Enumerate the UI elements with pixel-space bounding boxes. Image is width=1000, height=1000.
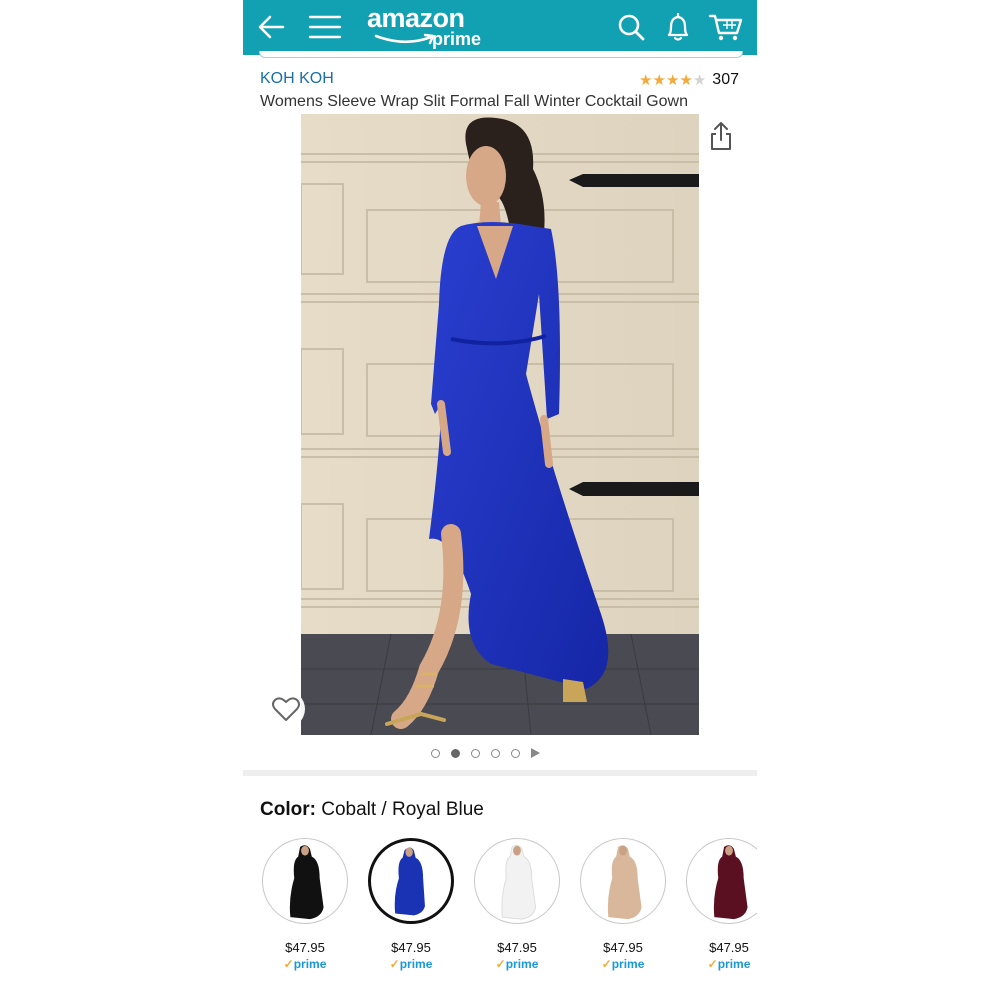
search-icon[interactable] — [613, 9, 649, 45]
prime-check-icon: ✓ — [707, 957, 718, 971]
review-count: 307 — [712, 71, 739, 88]
pager-dot[interactable] — [431, 748, 440, 758]
color-swatch-list: $47.95 ✓prime $47.95 ✓prime $47.95 ✓prim… — [261, 836, 757, 976]
share-icon[interactable] — [706, 120, 736, 152]
prime-check-icon: ✓ — [601, 957, 612, 971]
prime-label: prime — [505, 957, 539, 971]
product-title: Womens Sleeve Wrap Slit Formal Fall Wint… — [260, 93, 688, 110]
prime-check-icon: ✓ — [283, 957, 294, 971]
swatch-price: $47.95 — [497, 940, 537, 955]
prime-badge: ✓prime — [367, 957, 455, 971]
color-label-prefix: Color: — [260, 799, 316, 820]
rating-summary[interactable]: ★ ★ ★ ★ ★ 307 — [639, 70, 739, 90]
prime-badge: ✓prime — [579, 957, 667, 971]
image-pager — [431, 745, 540, 761]
bell-icon[interactable] — [660, 9, 696, 45]
product-image[interactable] — [301, 114, 699, 735]
swatch-thumbnail — [368, 838, 454, 924]
swatch-thumbnail — [474, 838, 560, 924]
prime-label: prime — [611, 957, 645, 971]
pager-dot[interactable] — [471, 748, 480, 758]
video-play-icon[interactable] — [531, 748, 540, 758]
rating-stars: ★ ★ ★ ★ ★ — [639, 73, 706, 88]
prime-label: prime — [399, 957, 433, 971]
star-empty-icon: ★ — [692, 71, 707, 89]
amazon-prime-logo[interactable]: amazon prime — [361, 3, 491, 53]
prime-badge: ✓prime — [685, 957, 757, 971]
search-bar-edge[interactable] — [259, 51, 743, 58]
pager-dot[interactable] — [511, 748, 520, 758]
pager-dot[interactable] — [491, 748, 500, 758]
swatch-price: $47.95 — [391, 940, 431, 955]
app-screen: amazon prime KOH KOH ★ ★ ★ ★ ★ 307 Women… — [243, 0, 757, 1000]
selected-color-name: Cobalt / Royal Blue — [321, 799, 484, 820]
brand-link[interactable]: KOH KOH — [260, 70, 334, 88]
color-selection-label: Color: Cobalt / Royal Blue — [260, 799, 484, 821]
star-icon: ★ — [652, 71, 666, 89]
swatch-price: $47.95 — [285, 940, 325, 955]
star-icon: ★ — [665, 71, 680, 89]
wishlist-heart-icon[interactable] — [267, 690, 305, 728]
star-icon: ★ — [639, 71, 653, 89]
prime-badge: ✓prime — [473, 957, 561, 971]
swatch-thumbnail — [686, 838, 757, 924]
star-icon: ★ — [679, 71, 693, 89]
top-navigation-bar: amazon prime — [243, 0, 757, 55]
prime-label: prime — [717, 957, 751, 971]
menu-icon[interactable] — [307, 9, 343, 45]
swatch-price: $47.95 — [709, 940, 749, 955]
prime-label: prime — [293, 957, 327, 971]
back-arrow-icon[interactable] — [253, 9, 289, 45]
prime-badge: ✓prime — [261, 957, 349, 971]
prime-check-icon: ✓ — [389, 957, 400, 971]
prime-check-icon: ✓ — [495, 957, 506, 971]
cart-icon[interactable] — [708, 9, 744, 45]
section-divider — [243, 770, 757, 776]
swatch-price: $47.95 — [603, 940, 643, 955]
swatch-thumbnail — [580, 838, 666, 924]
swatch-thumbnail — [262, 838, 348, 924]
pager-dot-active[interactable] — [451, 748, 460, 758]
